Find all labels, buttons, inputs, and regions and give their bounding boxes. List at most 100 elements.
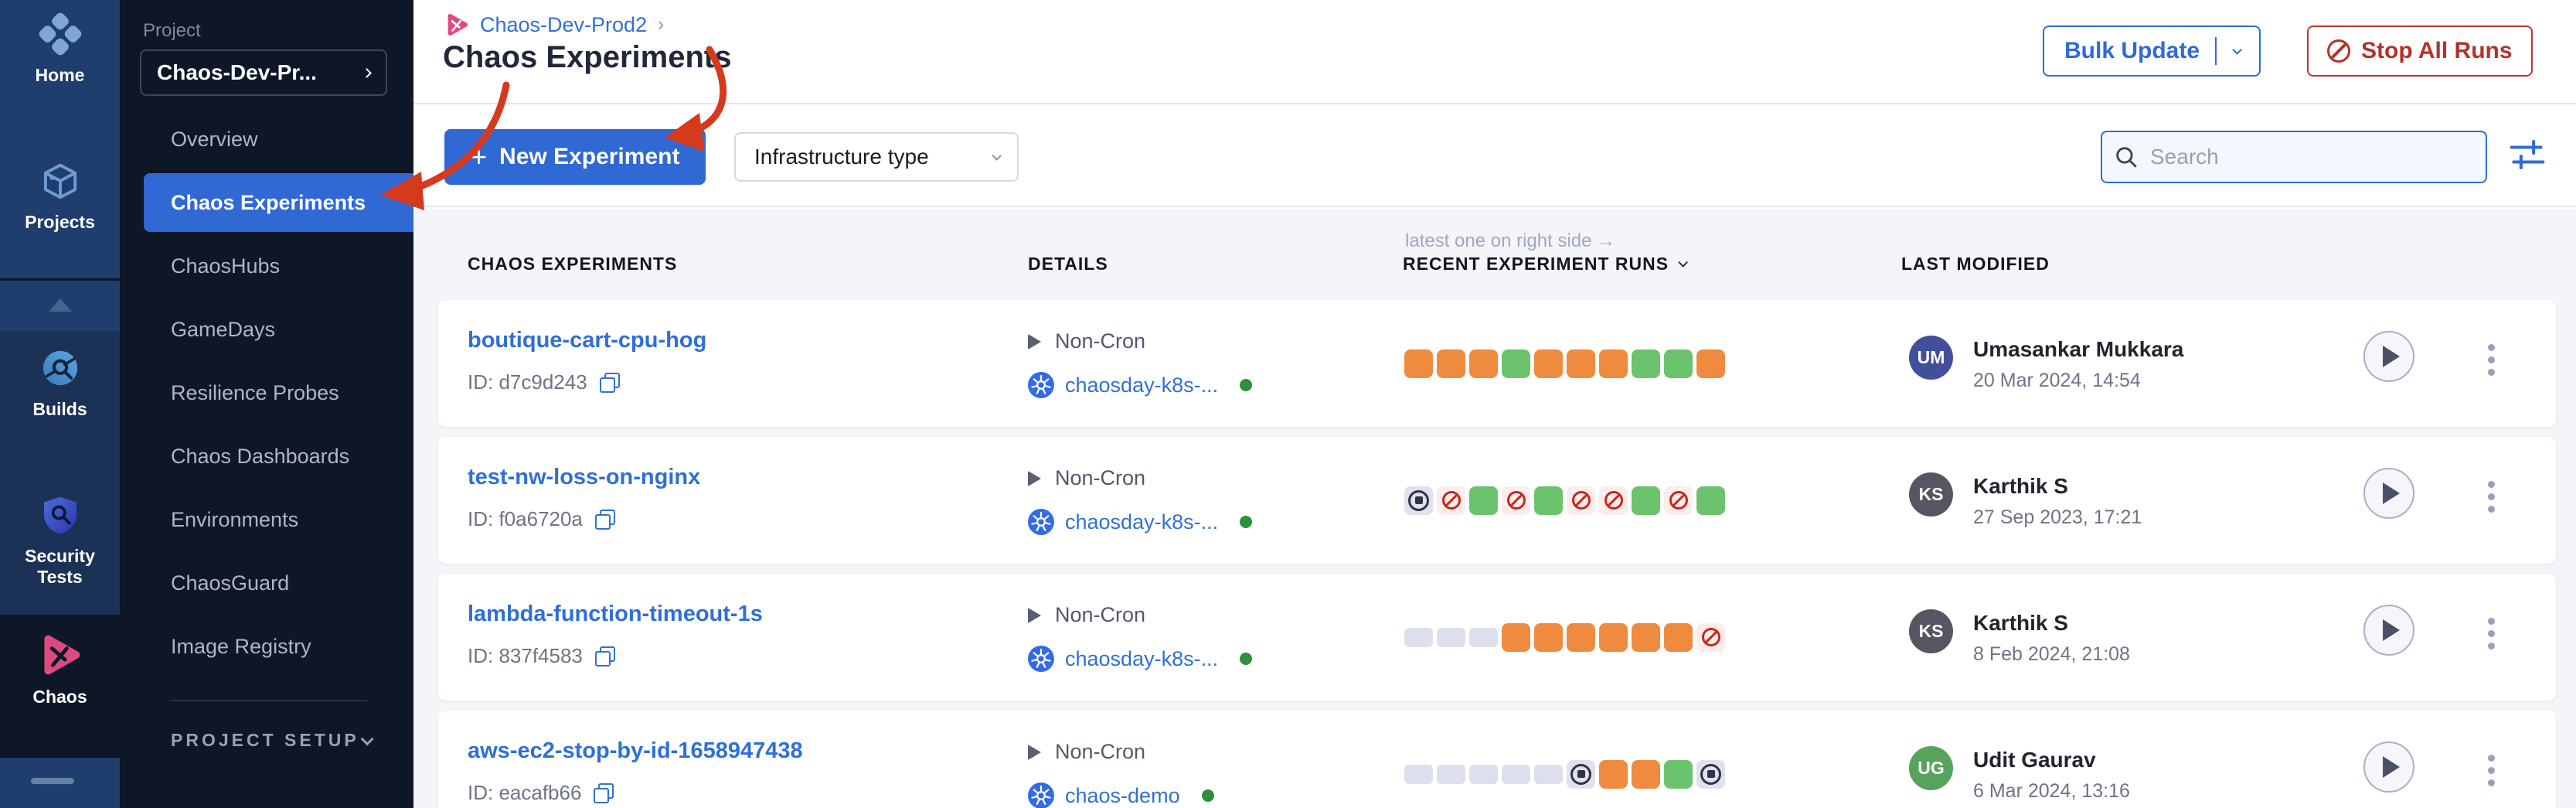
stop-circle-icon — [1570, 764, 1591, 785]
run-tile-empty[interactable] — [1437, 765, 1465, 784]
run-tile-green[interactable] — [1502, 349, 1530, 378]
project-selector[interactable]: Chaos-Dev-Pr... — [140, 49, 387, 96]
sidebar-item-image-registry[interactable]: Image Registry — [120, 615, 413, 678]
row-menu-button[interactable] — [2485, 752, 2498, 789]
experiment-id: ID: 837f4583 — [468, 644, 583, 668]
infrastructure-type-value: Infrastructure type — [754, 145, 929, 169]
chevron-down-icon[interactable] — [2232, 45, 2242, 55]
chaos-logo-icon — [38, 632, 83, 677]
run-tile-green[interactable] — [1632, 349, 1660, 378]
modified-date: 6 Mar 2024, 13:16 — [1973, 780, 2130, 803]
rail-item-builds[interactable]: Builds — [0, 346, 120, 420]
run-tile-orange[interactable] — [1502, 623, 1530, 652]
run-experiment-button[interactable] — [2363, 468, 2414, 519]
run-tile-failed[interactable] — [1664, 486, 1693, 515]
project-setup-toggle[interactable]: PROJECT SETUP — [171, 730, 370, 751]
run-tile-green[interactable] — [1534, 486, 1563, 515]
run-tile-orange[interactable] — [1632, 623, 1660, 652]
run-tile-empty[interactable] — [1534, 765, 1563, 784]
run-tile-green[interactable] — [1664, 349, 1693, 378]
sidebar-item-chaos-dashboards[interactable]: Chaos Dashboards — [120, 424, 413, 488]
run-tile-stopped[interactable] — [1696, 760, 1725, 789]
row-menu-button[interactable] — [2485, 341, 2498, 379]
copy-icon[interactable] — [600, 373, 620, 393]
kubernetes-icon — [1028, 782, 1054, 808]
run-tile-orange[interactable] — [1599, 760, 1628, 789]
run-tile-orange[interactable] — [1469, 349, 1498, 378]
sidebar-item-resilience-probes[interactable]: Resilience Probes — [120, 361, 413, 424]
search-input[interactable] — [2101, 131, 2487, 183]
sidebar-item-chaosguard[interactable]: ChaosGuard — [120, 551, 413, 615]
run-tile-failed[interactable] — [1696, 623, 1725, 652]
run-tile-empty[interactable] — [1469, 765, 1498, 784]
infrastructure-type-dropdown[interactable]: Infrastructure type — [734, 132, 1019, 182]
run-tile-green[interactable] — [1664, 760, 1693, 789]
run-tile-orange[interactable] — [1664, 623, 1693, 652]
stop-all-runs-label: Stop All Runs — [2361, 38, 2513, 64]
recent-runs — [1404, 300, 1725, 427]
experiment-name-link[interactable]: aws-ec2-stop-by-id-1658947438 — [468, 738, 803, 764]
run-tile-orange[interactable] — [1599, 623, 1628, 652]
run-tile-failed[interactable] — [1567, 486, 1595, 515]
stop-all-runs-button[interactable]: Stop All Runs — [2307, 26, 2533, 77]
run-tile-empty[interactable] — [1404, 765, 1433, 784]
run-experiment-button[interactable] — [2363, 331, 2414, 382]
run-tile-orange[interactable] — [1534, 623, 1563, 652]
collapse-up-icon[interactable] — [49, 298, 72, 312]
infrastructure-link[interactable]: chaosday-k8s-... — [1065, 647, 1218, 671]
experiment-name-link[interactable]: lambda-function-timeout-1s — [468, 602, 763, 627]
prohibit-icon — [1572, 491, 1591, 510]
new-experiment-button[interactable]: + New Experiment — [444, 129, 706, 185]
run-tile-orange[interactable] — [1404, 349, 1433, 378]
run-experiment-button[interactable] — [2363, 605, 2414, 656]
infrastructure-link[interactable]: chaos-demo — [1065, 784, 1180, 808]
row-menu-button[interactable] — [2485, 615, 2498, 653]
run-tile-failed[interactable] — [1599, 486, 1628, 515]
run-tile-orange[interactable] — [1567, 623, 1595, 652]
row-menu-button[interactable] — [2485, 478, 2498, 516]
experiment-name-link[interactable]: boutique-cart-cpu-hog — [468, 328, 706, 353]
run-tile-orange[interactable] — [1696, 349, 1725, 378]
run-tile-green[interactable] — [1696, 486, 1725, 515]
sidebar-item-gamedays[interactable]: GameDays — [120, 298, 413, 361]
chevron-down-icon — [361, 732, 374, 745]
run-tile-failed[interactable] — [1437, 486, 1465, 515]
run-tile-orange[interactable] — [1599, 349, 1628, 378]
run-tile-stopped[interactable] — [1567, 760, 1595, 789]
run-tile-failed[interactable] — [1502, 486, 1530, 515]
run-tile-orange[interactable] — [1437, 349, 1465, 378]
filter-icon[interactable] — [2510, 138, 2545, 175]
run-tile-empty[interactable] — [1502, 765, 1530, 784]
run-tile-empty[interactable] — [1437, 628, 1465, 647]
rail-item-projects[interactable]: Projects — [0, 161, 120, 233]
run-tile-green[interactable] — [1632, 486, 1660, 515]
experiment-name-link[interactable]: test-nw-loss-on-nginx — [468, 465, 700, 490]
infrastructure-link[interactable]: chaosday-k8s-... — [1065, 373, 1218, 397]
infrastructure-link[interactable]: chaosday-k8s-... — [1065, 510, 1218, 534]
column-header-recent-runs[interactable]: RECENT EXPERIMENT RUNS — [1403, 254, 1685, 274]
run-tile-orange[interactable] — [1567, 349, 1595, 378]
sidebar-item-overview[interactable]: Overview — [120, 107, 413, 171]
chaos-logo-icon — [444, 12, 469, 37]
rail-item-home[interactable]: Home — [0, 12, 120, 86]
copy-icon[interactable] — [595, 646, 615, 667]
run-tile-green[interactable] — [1469, 486, 1498, 515]
copy-icon[interactable] — [594, 783, 614, 803]
run-experiment-button[interactable] — [2363, 742, 2414, 793]
play-icon — [2383, 619, 2400, 641]
sidebar-item-chaoshubs[interactable]: ChaosHubs — [120, 234, 413, 298]
rail-item-security-tests[interactable]: Security Tests — [0, 493, 120, 588]
rail-resize-handle[interactable] — [31, 778, 74, 784]
bulk-update-button[interactable]: Bulk Update — [2043, 26, 2261, 77]
run-tile-orange[interactable] — [1534, 349, 1563, 378]
run-tile-empty[interactable] — [1404, 628, 1433, 647]
sidebar-item-environments[interactable]: Environments — [120, 488, 413, 551]
run-tile-orange[interactable] — [1632, 760, 1660, 789]
rail-item-chaos[interactable]: Chaos — [0, 632, 120, 707]
security-shield-icon — [39, 493, 82, 537]
breadcrumb-project-link[interactable]: Chaos-Dev-Prod2 — [480, 13, 647, 37]
run-tile-empty[interactable] — [1469, 628, 1498, 647]
sidebar-item-chaos-experiments[interactable]: Chaos Experiments — [120, 171, 413, 234]
copy-icon[interactable] — [595, 510, 615, 530]
run-tile-stopped[interactable] — [1404, 486, 1433, 515]
